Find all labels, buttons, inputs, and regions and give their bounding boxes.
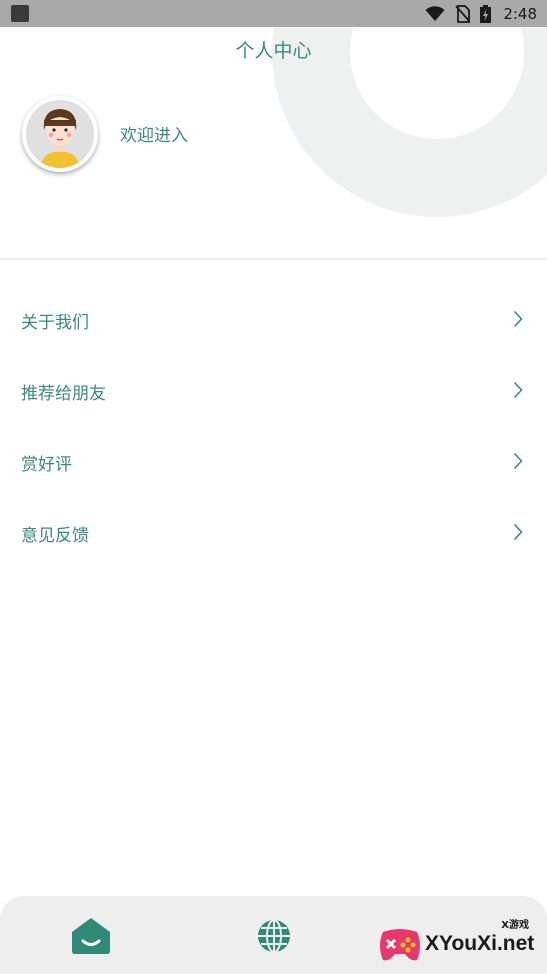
chevron-right-icon — [513, 452, 523, 470]
status-time: 2:48 — [503, 4, 537, 23]
profile-header: 个人中心 欢迎进入 — [0, 27, 547, 259]
tab-explore[interactable] — [254, 916, 294, 956]
avatar[interactable] — [22, 96, 98, 172]
menu-item-recommend-friends[interactable]: 推荐给朋友 — [0, 355, 547, 426]
notification-icon — [11, 5, 29, 22]
watermark-text: XYouXi.net — [425, 932, 535, 955]
chevron-right-icon — [513, 523, 523, 541]
globe-icon — [258, 919, 290, 953]
status-bar: 2:48 — [0, 0, 547, 27]
bottom-nav: X游戏 XYouXi.net — [0, 896, 547, 974]
tab-home[interactable] — [71, 916, 111, 956]
gamepad-logo-icon — [380, 929, 420, 961]
status-icons: 2:48 — [425, 0, 537, 27]
chevron-right-icon — [513, 381, 523, 399]
menu-item-label: 赏好评 — [21, 455, 72, 475]
chevron-right-icon — [513, 310, 523, 328]
menu-item-about-us[interactable]: 关于我们 — [0, 284, 547, 355]
wifi-icon — [425, 5, 445, 21]
battery-charging-icon — [480, 4, 492, 23]
menu-item-rate-app[interactable]: 赏好评 — [0, 426, 547, 497]
avatar-illustration — [26, 100, 94, 168]
menu-item-feedback[interactable]: 意见反馈 — [0, 497, 547, 568]
watermark-small-text: X游戏 — [501, 920, 529, 931]
menu-item-label: 推荐给朋友 — [21, 384, 106, 404]
home-icon — [72, 918, 110, 954]
settings-menu: 关于我们 推荐给朋友 赏好评 意见反馈 — [0, 284, 547, 568]
divider — [0, 258, 547, 260]
watermark: X游戏 XYouXi.net — [373, 912, 543, 968]
menu-item-label: 意见反馈 — [21, 526, 89, 546]
page-title: 个人中心 — [235, 40, 312, 62]
no-sim-icon — [455, 4, 471, 23]
welcome-text[interactable]: 欢迎进入 — [120, 121, 188, 146]
menu-item-label: 关于我们 — [21, 313, 89, 333]
